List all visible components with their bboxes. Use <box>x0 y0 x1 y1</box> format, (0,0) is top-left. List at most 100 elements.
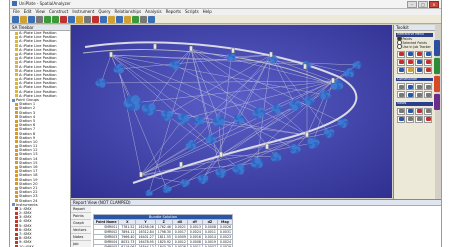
toolkit-tool-button[interactable] <box>424 58 432 66</box>
station-icon <box>15 182 18 186</box>
instrument-marker-icon[interactable] <box>189 45 193 52</box>
toolkit-tool-button[interactable] <box>397 58 405 66</box>
toolkit-header: Toolkit <box>394 25 435 31</box>
toolkit-tool-button[interactable] <box>397 66 405 74</box>
construction-tool-button[interactable] <box>424 83 432 90</box>
construction-tool-icon <box>398 84 404 89</box>
plane-icon[interactable] <box>124 15 131 23</box>
construction-tool-button[interactable] <box>415 83 423 90</box>
table-row[interactable]: SMR003 7966.40 16401.27 1811.55 0.0009 0.0016… <box>92 234 234 240</box>
pan-icon[interactable] <box>76 15 83 23</box>
column-header[interactable]: Point Name <box>92 219 120 225</box>
radio-option[interactable]: Use in Job Tracker <box>394 44 435 49</box>
station-icon <box>15 153 18 157</box>
construction-tool-button[interactable] <box>424 91 432 98</box>
instrument-marker-icon[interactable] <box>153 43 157 50</box>
tree-panel: SA Treebar A::Plate Line Position A::Plat… <box>10 25 71 247</box>
toolkit-tool-button[interactable] <box>424 66 432 74</box>
table-row[interactable]: SMR004 8032.73 16478.95 1825.92 0.0012 0.0008… <box>92 239 234 245</box>
report-tab[interactable]: Graph <box>71 220 91 227</box>
zoom-icon[interactable] <box>60 15 67 23</box>
toolkit-tool-button[interactable] <box>415 58 423 66</box>
toolkit-tool-button[interactable] <box>415 50 423 58</box>
toolkit-tool-button[interactable] <box>406 58 414 66</box>
save-icon[interactable] <box>28 15 35 23</box>
toolkit-tool-button[interactable] <box>415 66 423 74</box>
app-logo-icon <box>12 1 17 6</box>
station-icon <box>15 115 18 119</box>
views-tool-button[interactable] <box>406 115 414 123</box>
toolkit-tool-button[interactable] <box>424 50 432 58</box>
line-icon[interactable] <box>116 15 123 23</box>
cylinder-icon[interactable] <box>132 15 139 23</box>
instrument-marker-icon[interactable] <box>231 47 235 54</box>
construction-tool-button[interactable] <box>397 83 405 90</box>
table-row[interactable]: SMR002 7894.11 16312.84 1798.30 0.0017 0.0024… <box>92 229 234 235</box>
views-tool-button[interactable] <box>406 107 414 115</box>
toolkit-tool-button[interactable] <box>406 66 414 74</box>
construction-tool-button[interactable] <box>415 91 423 98</box>
construction-tool-button[interactable] <box>406 83 414 90</box>
new-icon[interactable] <box>12 15 19 23</box>
fit-icon[interactable] <box>84 15 91 23</box>
views-tool-button[interactable] <box>424 115 432 123</box>
point-icon[interactable] <box>108 15 115 23</box>
point-cluster-blob <box>167 186 172 192</box>
minimize-button[interactable]: – <box>407 1 417 8</box>
views-tool-button[interactable] <box>397 107 405 115</box>
folder-icon <box>15 90 18 94</box>
report-tab[interactable]: Job <box>71 241 91 247</box>
toolkit-tool-icon <box>407 52 413 56</box>
toolkit-tool-button[interactable] <box>406 50 414 58</box>
construction-tool-button[interactable] <box>397 91 405 98</box>
close-button[interactable]: × <box>429 1 439 8</box>
redo-icon[interactable] <box>52 15 59 23</box>
instrument-marker-icon[interactable] <box>179 161 183 168</box>
views-tool-button[interactable] <box>415 107 423 115</box>
measure-icon[interactable] <box>100 15 107 23</box>
instrument-marker-icon[interactable] <box>219 151 223 158</box>
side-tab[interactable] <box>434 76 440 92</box>
instrument-marker-icon[interactable] <box>331 77 335 84</box>
toolkit-icon-grid <box>394 49 435 76</box>
rotate-icon[interactable] <box>68 15 75 23</box>
maximize-button[interactable]: □ <box>418 1 428 8</box>
instrument-marker-icon[interactable] <box>265 143 269 150</box>
instrument-marker-icon[interactable] <box>305 131 309 138</box>
sphere-icon[interactable] <box>140 15 147 23</box>
point-cluster-blob <box>272 151 279 158</box>
instrument-marker-icon[interactable] <box>303 63 307 70</box>
table-row[interactable]: SMR001 7781.52 16258.06 1762.46 0.0021 0.0013… <box>92 224 234 230</box>
views-tool-button[interactable] <box>415 115 423 123</box>
side-tab[interactable] <box>434 58 440 74</box>
print-icon[interactable] <box>36 15 43 23</box>
table-cell: 0.0012 <box>171 239 188 245</box>
side-tab[interactable] <box>434 40 440 56</box>
point-cluster-blob <box>173 64 179 70</box>
side-tab[interactable] <box>434 94 440 110</box>
views-tool-button[interactable] <box>424 107 432 115</box>
instrument-icon[interactable] <box>92 15 99 23</box>
instrument-marker-icon[interactable] <box>269 51 273 58</box>
3d-viewport[interactable] <box>71 25 392 198</box>
construction-tool-button[interactable] <box>406 91 414 98</box>
report-tab[interactable]: Points <box>71 213 91 220</box>
table-cell: 8032.73 <box>118 239 137 245</box>
open-icon[interactable] <box>20 15 27 23</box>
toolkit-tool-button[interactable] <box>397 50 405 58</box>
point-cluster-blob <box>199 118 205 125</box>
folder-icon <box>15 94 18 98</box>
table-cell: 0.0024 <box>186 229 203 235</box>
point-cluster-blob <box>166 110 174 117</box>
undo-icon[interactable] <box>44 15 51 23</box>
report-tab[interactable]: Report <box>71 206 91 213</box>
views-tool-button[interactable] <box>397 115 405 123</box>
report-tab[interactable]: Vectors <box>71 227 91 234</box>
construction-tool-icon <box>425 92 431 97</box>
instrument-marker-icon[interactable] <box>139 171 143 178</box>
table-cell: 16258.06 <box>135 224 156 230</box>
instrument-marker-icon[interactable] <box>109 51 113 58</box>
report-tab[interactable]: Notes <box>71 234 91 241</box>
report-icon[interactable] <box>148 15 155 23</box>
radio-label: Use in Job Tracker <box>402 44 431 49</box>
